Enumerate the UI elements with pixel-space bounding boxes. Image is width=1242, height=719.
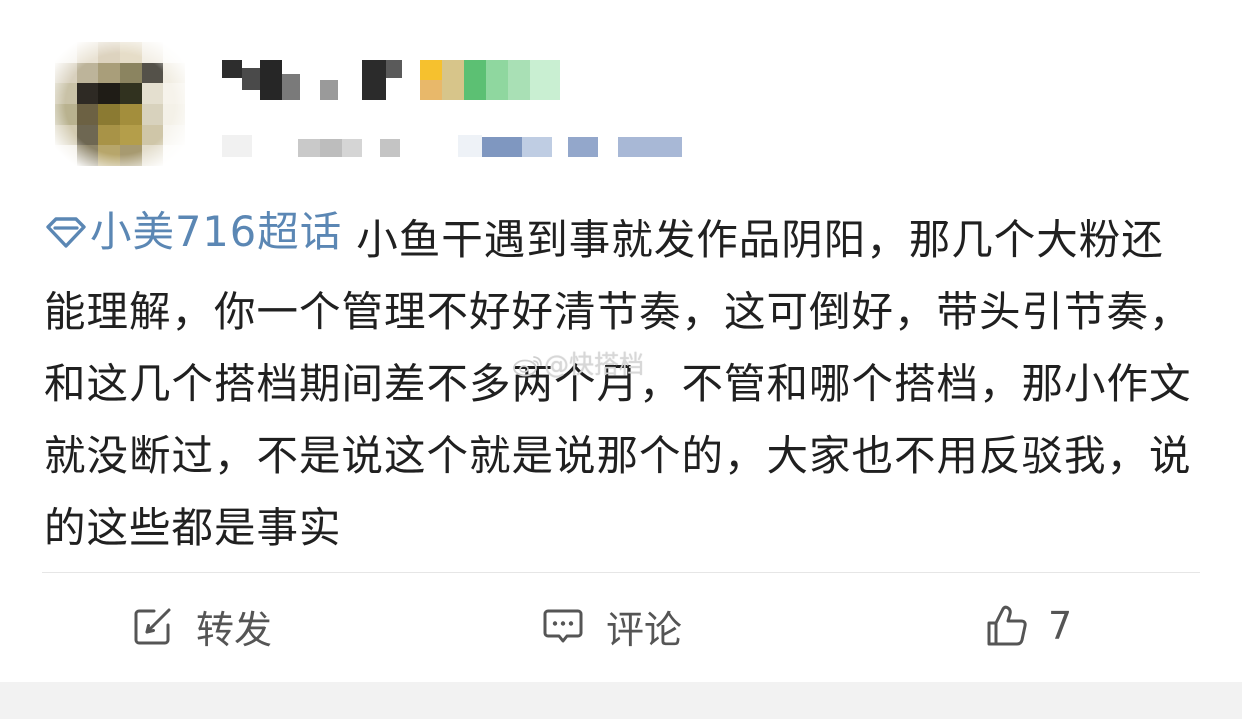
super-topic-diamond-icon [44, 210, 88, 254]
avatar[interactable] [55, 42, 185, 166]
image-watermark: @快搭档 [512, 345, 644, 381]
like-button[interactable]: 7 [984, 590, 1072, 662]
like-count: 7 [1048, 604, 1073, 648]
post-meta [222, 135, 692, 159]
weibo-logo-icon [512, 353, 544, 377]
repost-icon [130, 603, 176, 649]
divider [42, 572, 1200, 573]
username[interactable] [222, 60, 562, 100]
super-topic-link[interactable]: 小美716超话 [44, 196, 342, 268]
comment-label: 评论 [606, 607, 683, 652]
repost-label: 转发 [196, 607, 273, 652]
watermark-text: @快搭档 [544, 350, 645, 379]
comment-icon [540, 603, 586, 649]
action-bar: 转发 评论 7 [0, 590, 1242, 662]
feed-separator [0, 682, 1242, 719]
super-topic-label: 小美716超话 [90, 207, 343, 256]
comment-button[interactable]: 评论 [540, 590, 682, 662]
thumbs-up-icon [984, 603, 1030, 649]
repost-button[interactable]: 转发 [130, 590, 272, 662]
